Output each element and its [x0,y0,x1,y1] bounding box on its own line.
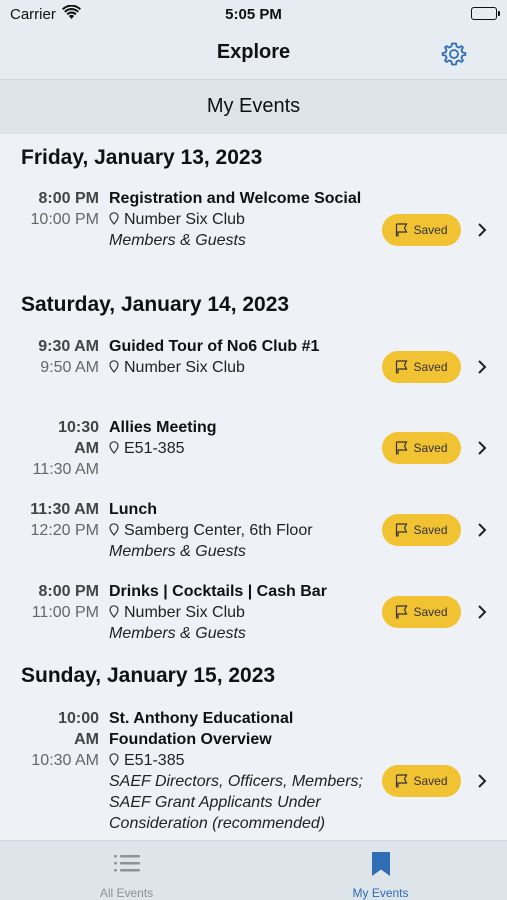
location-pin-icon [109,753,119,766]
bookmark-icon [396,523,408,537]
event-times: 8:00 PM 11:00 PM [0,581,99,623]
bookmark-icon [396,223,408,237]
event-audience: Members & Guests [109,543,246,560]
event-audience: Members & Guests [109,625,246,642]
start-time: 10:00 AM [58,710,99,748]
chevron-right-icon[interactable] [476,522,488,538]
event-info: Drinks | Cocktails | Cash Bar Number Six… [109,581,379,644]
location-text: Number Six Club [124,604,245,621]
event-location: Number Six Club [109,209,379,230]
event-name: Drinks | Cocktails | Cash Bar [109,583,327,600]
end-time: 10:30 AM [31,752,99,769]
event-location: E51-385 [109,438,379,459]
location-pin-icon [109,360,119,373]
location-text: Number Six Club [124,211,245,228]
page-title: Explore [216,41,291,63]
event-location: Number Six Club [109,602,379,623]
chevron-right-icon[interactable] [476,359,488,375]
section-header: My Events [0,80,507,134]
event-location: Number Six Club [109,357,379,378]
end-time: 11:30 AM [32,461,99,478]
gear-icon[interactable] [441,41,467,67]
event-location: E51-385 [109,750,384,771]
event-info: Lunch Samberg Center, 6th Floor Members … [109,499,379,562]
event-name: Lunch [109,501,157,518]
chevron-right-icon[interactable] [476,773,488,789]
start-time: 10:30 AM [58,419,99,457]
day-header: Saturday, January 14, 2023 [21,293,290,316]
saved-label: Saved [413,605,448,619]
event-name: Guided Tour of No6 Club #1 [109,338,320,355]
chevron-right-icon[interactable] [476,440,488,456]
bookmark-icon [371,851,391,880]
saved-label: Saved [413,360,448,374]
location-pin-icon [109,212,119,225]
saved-label: Saved [413,523,448,537]
saved-button[interactable]: Saved [382,214,461,246]
bookmark-icon [396,360,408,374]
saved-label: Saved [413,223,448,237]
start-time: 8:00 PM [38,583,99,600]
event-name: Allies Meeting [109,419,217,436]
tab-label: My Events [352,886,409,900]
event-times: 10:00 AM 10:30 AM [0,708,99,771]
day-header: Sunday, January 15, 2023 [21,664,276,687]
tab-label: All Events [99,886,154,900]
day-header: Friday, January 13, 2023 [21,146,263,169]
event-info: Guided Tour of No6 Club #1 Number Six Cl… [109,336,379,378]
event-info: Allies Meeting E51-385 [109,417,379,459]
location-pin-icon [109,523,119,536]
saved-button[interactable]: Saved [382,432,461,464]
bookmark-icon [396,605,408,619]
event-audience: Members & Guests [109,232,246,249]
saved-button[interactable]: Saved [382,765,461,797]
section-title: My Events [206,95,301,117]
end-time: 10:00 PM [30,211,99,228]
bookmark-icon [396,441,408,455]
end-time: 12:20 PM [30,522,99,539]
saved-button[interactable]: Saved [382,514,461,546]
battery-icon [471,7,500,20]
event-audience: SAEF Directors, Officers, Members; SAEF … [109,773,363,832]
list-icon [113,853,140,876]
location-text: Number Six Club [124,359,245,376]
tab-bar: All Events My Events [0,840,507,900]
location-pin-icon [109,441,119,454]
chevron-right-icon[interactable] [476,222,488,238]
event-info: Registration and Welcome Social Number S… [109,188,379,251]
end-time: 11:00 PM [31,604,99,621]
event-times: 11:30 AM 12:20 PM [0,499,99,541]
location-pin-icon [109,605,119,618]
location-text: Samberg Center, 6th Floor [124,522,313,539]
event-location: Samberg Center, 6th Floor [109,520,379,541]
tab-all-events[interactable]: All Events [0,841,253,900]
start-time: 9:30 AM [38,338,99,355]
clock-time: 5:05 PM [225,6,282,23]
event-name: Registration and Welcome Social [109,190,362,207]
status-bar: Carrier 5:05 PM [0,0,507,30]
event-times: 9:30 AM 9:50 AM [0,336,99,378]
event-name: St. Anthony Educational Foundation Overv… [109,710,294,748]
event-times: 8:00 PM 10:00 PM [0,188,99,230]
saved-label: Saved [413,774,448,788]
chevron-right-icon[interactable] [476,604,488,620]
saved-button[interactable]: Saved [382,596,461,628]
tab-my-events[interactable]: My Events [254,841,507,900]
event-list[interactable]: Friday, January 13, 2023 8:00 PM 10:00 P… [0,134,507,840]
bookmark-icon [396,774,408,788]
end-time: 9:50 AM [40,359,99,376]
navigation-bar: Explore [0,30,507,80]
start-time: 11:30 AM [30,501,99,518]
location-text: E51-385 [124,440,185,457]
event-info: St. Anthony Educational Foundation Overv… [109,708,384,834]
saved-button[interactable]: Saved [382,351,461,383]
location-text: E51-385 [124,752,185,769]
event-times: 10:30 AM 11:30 AM [0,417,99,480]
saved-label: Saved [413,441,448,455]
start-time: 8:00 PM [38,190,99,207]
